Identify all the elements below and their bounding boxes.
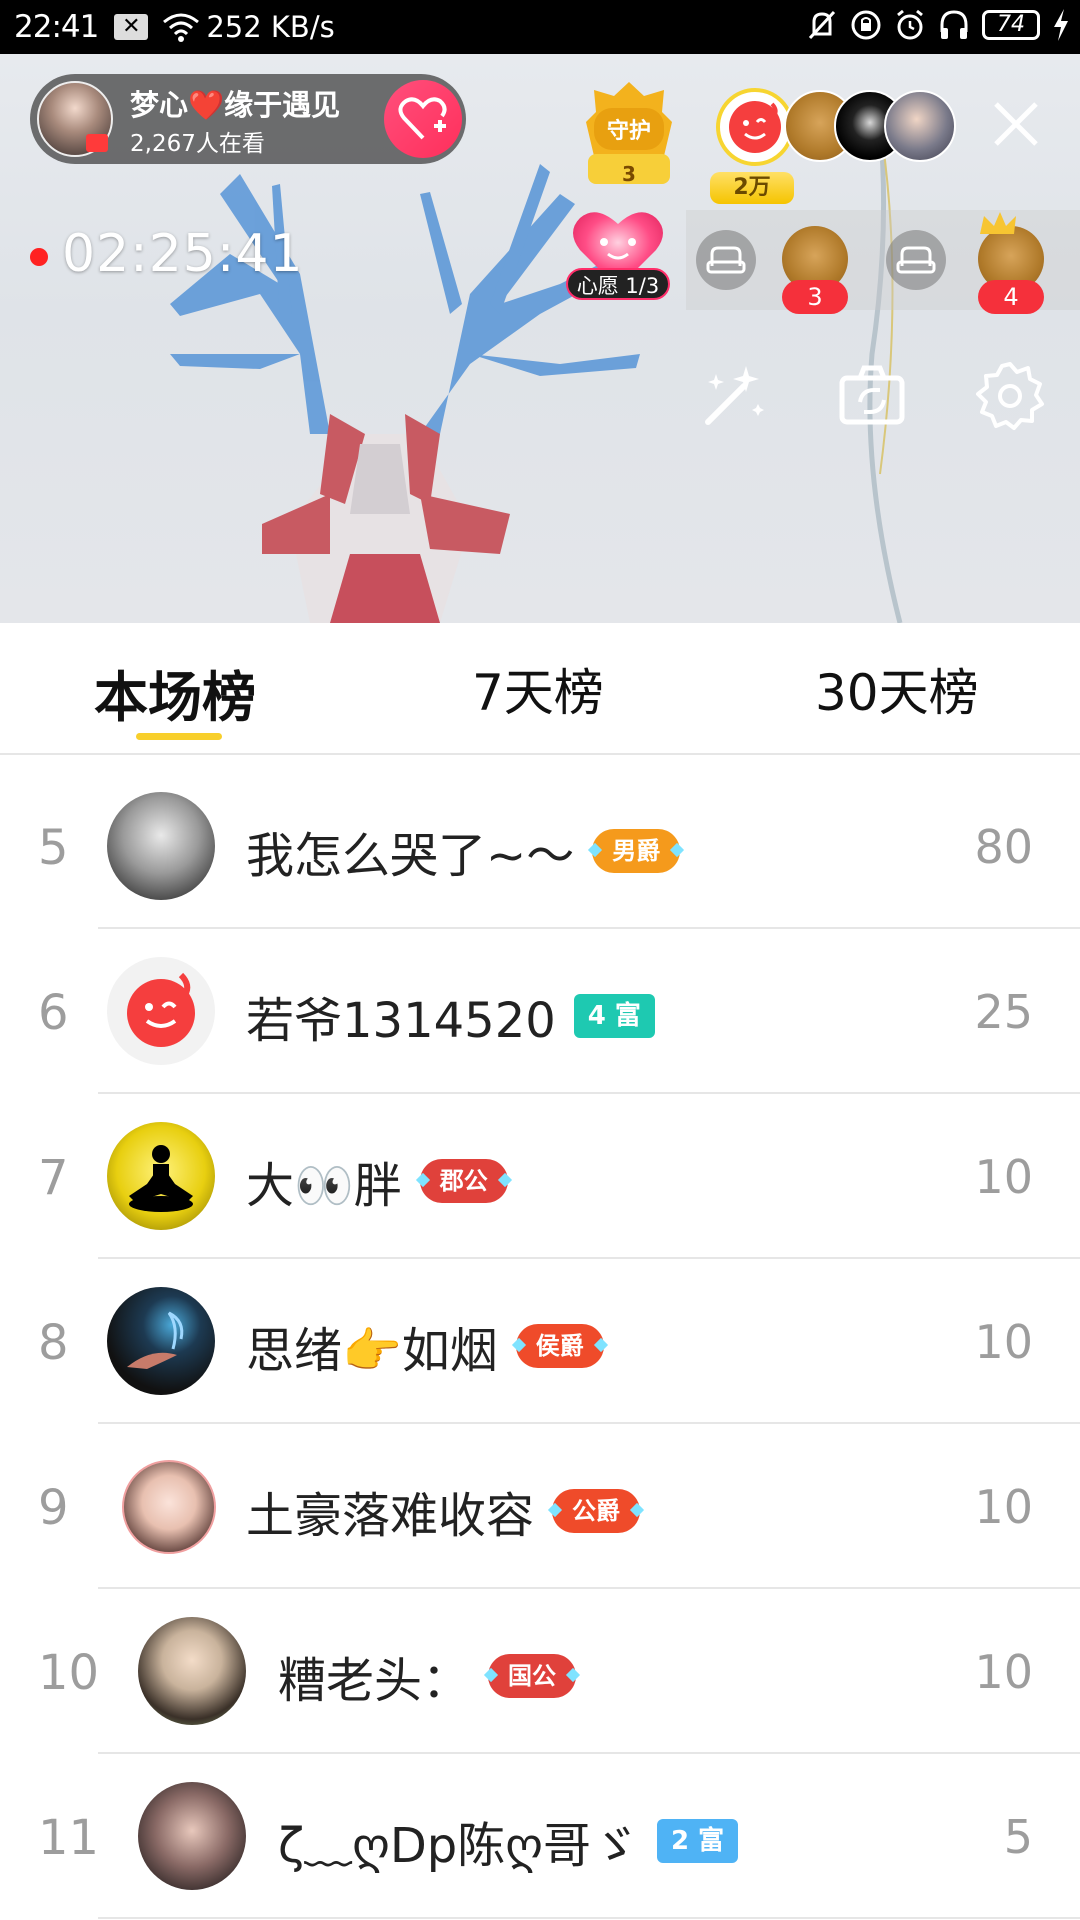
tab-7-days[interactable]: 7天榜 (472, 653, 604, 725)
smoke-hand-icon (127, 1311, 184, 1369)
guard-label: 守护 (607, 118, 651, 144)
headphones-icon (940, 10, 968, 39)
host-name: 梦心❤️缘于遇见 (130, 88, 341, 122)
user-name: 我怎么哭了~〜 男爵 (246, 816, 681, 886)
user-name-text: 我怎么哭了~〜 (246, 828, 575, 884)
user-name-text: 土豪落难收容 (246, 1488, 535, 1544)
app-logo-icon (127, 972, 195, 1047)
avatar[interactable] (107, 1287, 215, 1395)
list-item[interactable]: 5 我怎么哭了~〜 男爵 80 (0, 764, 1080, 929)
rank-title-badge: 国公 (488, 1654, 577, 1698)
battery-icon: 74 (982, 10, 1040, 40)
camera-switch-icon[interactable] (836, 360, 908, 432)
live-timer: 02:25:41 (62, 224, 304, 284)
network-speed: 252 KB/s (206, 10, 335, 44)
contribution-score: 10 (974, 1150, 1033, 1204)
user-name-text: 糟老头： (278, 1653, 471, 1709)
rank-number: 8 (38, 1315, 69, 1371)
mic-seats[interactable]: 3 4 (686, 210, 1080, 314)
seat-count: 3 (782, 280, 848, 314)
empty-seat[interactable] (696, 230, 756, 290)
user-name: 大👀胖 郡公 (246, 1146, 508, 1216)
avatar[interactable] (107, 1122, 215, 1230)
close-icon[interactable] (990, 98, 1042, 150)
status-bar: 22:41 ✕ 252 KB/s 74 (0, 0, 1080, 54)
gift-value-tag: 2万 (710, 172, 794, 204)
top-viewer-avatar[interactable] (884, 90, 956, 162)
user-name: 若爷1314520 4 富 (246, 981, 655, 1051)
live-video[interactable]: 梦心❤️缘于遇见 2,267人在看 守护 3 2万 02:25:41 心愿 1/… (0, 54, 1080, 623)
contribution-score: 5 (1003, 1810, 1033, 1864)
status-time: 22:41 (14, 9, 99, 45)
avatar[interactable] (107, 957, 215, 1065)
mute-icon (808, 10, 836, 40)
tab-current-session[interactable]: 本场榜 (94, 653, 256, 732)
avatar[interactable] (107, 792, 215, 900)
avatar[interactable] (138, 1782, 246, 1890)
rank-title-badge: 郡公 (419, 1159, 508, 1203)
contribution-score: 10 (974, 1645, 1033, 1699)
wealth-level-badge: 2 富 (657, 1819, 739, 1863)
seat-count: 4 (978, 280, 1044, 314)
meditation-icon (129, 1145, 193, 1212)
top-viewer-avatar[interactable] (716, 88, 794, 166)
active-tab-indicator (136, 733, 222, 740)
user-name: ζ﹏ღDp陈ღ哥ゞ 2 富 (278, 1806, 739, 1876)
magic-wand-icon[interactable] (698, 360, 770, 432)
user-name-text: ζ﹏ღDp陈ღ哥ゞ (278, 1818, 640, 1874)
list-item[interactable]: 10 糟老头： 国公 10 (0, 1589, 1080, 1754)
rank-number: 11 (38, 1810, 100, 1866)
tab-30-days[interactable]: 30天榜 (815, 653, 979, 725)
user-name-text: 大👀胖 (246, 1158, 402, 1214)
wish-progress[interactable]: 心愿 1/3 (566, 268, 670, 300)
avatar[interactable] (122, 1460, 216, 1554)
charging-icon (1054, 9, 1068, 41)
empty-seat[interactable] (886, 230, 946, 290)
rank-number: 7 (38, 1150, 69, 1206)
user-name: 土豪落难收容 公爵 (246, 1476, 641, 1546)
user-name: 糟老头： 国公 (278, 1641, 577, 1711)
rank-number: 10 (38, 1645, 100, 1701)
guard-count: 3 (622, 162, 636, 186)
close-notification-icon: ✕ (114, 14, 149, 40)
user-name-text: 若爷1314520 (246, 993, 556, 1049)
live-indicator-icon (86, 134, 108, 152)
rank-title-badge: 男爵 (592, 829, 681, 873)
list-item[interactable]: 7 大👀胖 郡公 10 (0, 1094, 1080, 1259)
lock-rotation-icon (851, 10, 881, 40)
ranking-tabs: 本场榜 7天榜 30天榜 (0, 623, 1080, 755)
list-item[interactable]: 6 若爷1314520 4 富 25 (0, 929, 1080, 1094)
follow-button[interactable] (384, 80, 462, 158)
list-item[interactable]: 8 思绪👉如烟 侯爵 10 (0, 1259, 1080, 1424)
avatar[interactable] (138, 1617, 246, 1725)
host-card[interactable]: 梦心❤️缘于遇见 2,267人在看 (30, 74, 466, 164)
alarm-icon (897, 9, 923, 40)
recording-dot-icon (30, 248, 48, 266)
battery-level: 74 (997, 12, 1025, 37)
wifi-icon (163, 13, 200, 42)
app-logo-icon (729, 101, 781, 153)
wealth-level-badge: 4 富 (573, 994, 655, 1038)
contribution-score: 10 (974, 1480, 1033, 1534)
user-name-text: 思绪👉如烟 (246, 1323, 498, 1379)
contribution-score: 10 (974, 1315, 1033, 1369)
list-item[interactable]: 9 土豪落难收容 公爵 10 (0, 1424, 1080, 1589)
contribution-score: 80 (974, 820, 1033, 874)
sofa-icon (896, 246, 936, 274)
top-viewers[interactable] (716, 84, 956, 184)
list-item[interactable]: 11 ζ﹏ღDp陈ღ哥ゞ 2 富 5 (0, 1754, 1080, 1919)
user-name: 思绪👉如烟 侯爵 (246, 1311, 604, 1381)
crown-icon (980, 212, 1016, 234)
ranking-list[interactable]: 5 我怎么哭了~〜 男爵 80 6 若爷1314520 4 富 25 7 大👀胖… (0, 764, 1080, 1919)
contribution-score: 25 (974, 985, 1033, 1039)
rank-number: 9 (38, 1480, 69, 1536)
rank-number: 6 (38, 985, 69, 1041)
rank-number: 5 (38, 820, 69, 876)
heart-plus-icon (398, 97, 447, 140)
sofa-icon (706, 246, 746, 274)
rank-title-badge: 侯爵 (515, 1324, 604, 1368)
rank-title-badge: 公爵 (552, 1489, 641, 1533)
viewer-count: 2,267人在看 (130, 131, 265, 157)
settings-gear-icon[interactable] (974, 360, 1046, 432)
